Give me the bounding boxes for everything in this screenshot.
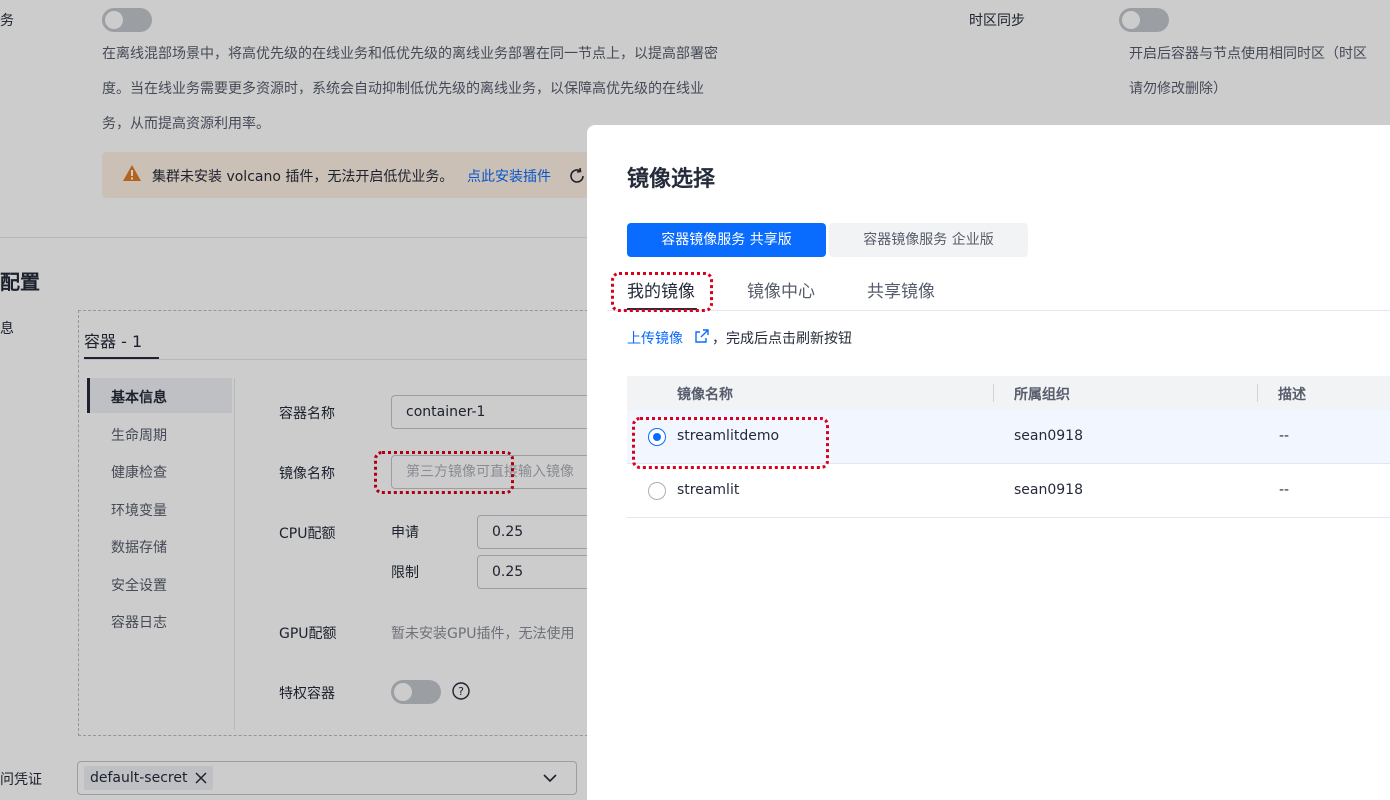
tab-image-center[interactable]: 镜像中心	[747, 277, 815, 302]
header-description: 描述	[1278, 387, 1306, 403]
external-link-icon[interactable]	[694, 328, 710, 344]
my-images-highlight	[611, 272, 713, 312]
table-header	[627, 376, 1390, 410]
row-image-name: streamlit	[677, 482, 740, 498]
selected-row-highlight	[632, 417, 829, 469]
row-organization: sean0918	[1014, 428, 1083, 444]
tab-shared-edition[interactable]: 容器镜像服务 共享版	[627, 223, 826, 257]
upload-image-link[interactable]: 上传镜像	[627, 328, 683, 348]
header-sep-2	[1257, 384, 1258, 402]
row-description: --	[1279, 482, 1290, 498]
drawer-title: 镜像选择	[627, 167, 716, 192]
header-sep-1	[993, 384, 994, 402]
upload-hint: ，完成后点击刷新按钮	[712, 331, 852, 347]
header-image-name: 镜像名称	[677, 387, 733, 403]
tab-shared-images[interactable]: 共享镜像	[867, 277, 935, 302]
sub-tab-divider	[607, 310, 1390, 311]
image-select-drawer: 镜像选择 容器镜像服务 共享版 容器镜像服务 企业版 我的镜像 镜像中心 共享镜…	[587, 125, 1390, 800]
row-description: --	[1279, 428, 1290, 444]
table-row[interactable]: streamlit sean0918 --	[627, 464, 1390, 518]
row-radio[interactable]	[648, 482, 666, 500]
tab-enterprise-edition[interactable]: 容器镜像服务 企业版	[829, 223, 1028, 257]
row-organization: sean0918	[1014, 482, 1083, 498]
header-organization: 所属组织	[1014, 387, 1070, 403]
